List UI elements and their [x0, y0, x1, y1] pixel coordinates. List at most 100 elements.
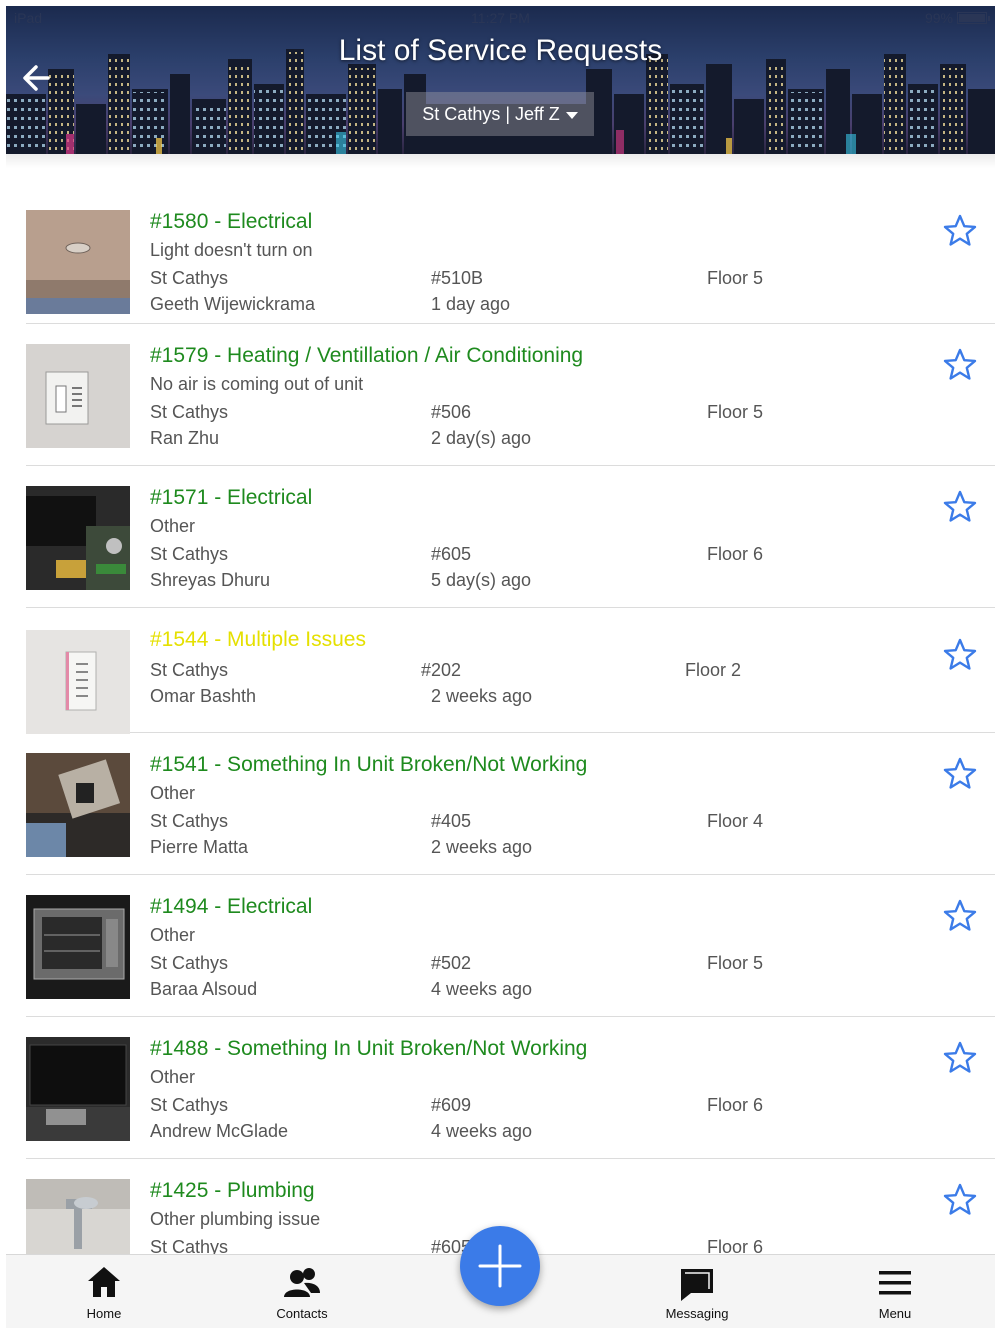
request-unit: #202: [421, 660, 462, 680]
clock: 11:27 PM: [471, 10, 530, 26]
request-description: Other: [150, 1067, 196, 1087]
caret-down-icon: [565, 112, 578, 119]
request-reporter: Omar Bashth: [150, 686, 257, 706]
favorite-star-button[interactable]: [943, 1041, 977, 1075]
request-unit: #405: [431, 811, 472, 831]
request-age: 4 weeks ago: [431, 1121, 533, 1141]
request-age: 2 weeks ago: [431, 686, 533, 706]
nav-menu-label: Menu: [878, 1306, 912, 1321]
request-unit: #506: [431, 402, 472, 422]
request-title[interactable]: #1544 - Multiple Issues: [150, 628, 366, 652]
nav-messaging-label: Messaging: [665, 1306, 729, 1321]
request-floor: Floor 2: [685, 660, 742, 680]
request-floor: Floor 6: [707, 544, 764, 564]
favorite-star-button[interactable]: [943, 490, 977, 524]
request-reporter: Pierre Matta: [150, 837, 249, 857]
request-description: Other plumbing issue: [150, 1209, 321, 1229]
nav-contacts-label: Contacts: [276, 1306, 328, 1321]
star-outline-icon: [943, 214, 977, 246]
request-floor: Floor 4: [707, 811, 764, 831]
nav-menu[interactable]: Menu: [845, 1263, 945, 1321]
request-floor: Floor 5: [707, 402, 764, 422]
request-age: 4 weeks ago: [431, 979, 533, 999]
header-banner: iPad 11:27 PM 99% List of Service Reques…: [6, 6, 995, 154]
request-description: No air is coming out of unit: [150, 374, 364, 394]
request-title[interactable]: #1541 - Something In Unit Broken/Not Wor…: [150, 753, 587, 777]
add-request-button[interactable]: [460, 1226, 540, 1306]
request-title[interactable]: #1571 - Electrical: [150, 486, 312, 510]
request-title[interactable]: #1425 - Plumbing: [150, 1179, 315, 1203]
request-photo[interactable]: [26, 344, 130, 448]
service-request-row[interactable]: #1541 - Something In Unit Broken/Not Wor…: [26, 733, 995, 875]
favorite-star-button[interactable]: [943, 1183, 977, 1217]
nav-messaging[interactable]: Messaging: [647, 1263, 747, 1321]
request-floor: Floor 5: [707, 953, 764, 973]
request-unit: #502: [431, 953, 472, 973]
request-title[interactable]: #1488 - Something In Unit Broken/Not Wor…: [150, 1037, 587, 1061]
favorite-star-button[interactable]: [943, 214, 977, 248]
chat-icon: [681, 1269, 713, 1301]
request-age: 2 weeks ago: [431, 837, 533, 857]
request-title[interactable]: #1579 - Heating / Ventillation / Air Con…: [150, 344, 583, 368]
app-frame: iPad 11:27 PM 99% List of Service Reques…: [6, 6, 995, 1328]
request-description: Other: [150, 516, 196, 536]
header-shadow: [6, 154, 995, 168]
favorite-star-button[interactable]: [943, 348, 977, 382]
request-reporter: Baraa Alsoud: [150, 979, 258, 999]
request-age: 2 day(s) ago: [431, 428, 532, 448]
nav-home-label: Home: [86, 1306, 122, 1321]
favorite-star-button[interactable]: [943, 899, 977, 933]
request-floor: Floor 6: [707, 1095, 764, 1115]
request-floor: Floor 5: [707, 268, 764, 288]
home-icon: [88, 1267, 120, 1297]
request-reporter: Andrew McGlade: [150, 1121, 289, 1141]
star-outline-icon: [943, 490, 977, 522]
request-title[interactable]: #1494 - Electrical: [150, 895, 312, 919]
service-request-row[interactable]: #1544 - Multiple Issues St Cathys #202 Floo…: [26, 608, 995, 734]
request-photo[interactable]: [26, 895, 130, 999]
favorite-star-button[interactable]: [943, 638, 977, 672]
request-building: St Cathys: [150, 811, 229, 831]
org-user-selector-label: St Cathys | Jeff Z: [422, 103, 560, 124]
service-request-row[interactable]: #1571 - Electrical Other St Cathys #605 Floo…: [26, 466, 995, 608]
battery-indicator: 99%: [924, 10, 990, 26]
battery-percent: 99%: [924, 10, 953, 26]
service-request-row[interactable]: #1488 - Something In Unit Broken/Not Wor…: [26, 1017, 995, 1159]
nav-home[interactable]: Home: [54, 1263, 154, 1321]
service-request-row[interactable]: #1579 - Heating / Ventillation / Air Con…: [26, 324, 995, 466]
request-unit: #605: [431, 544, 472, 564]
star-outline-icon: [943, 348, 977, 380]
request-reporter: Geeth Wijewickrama: [150, 294, 316, 314]
request-age: 5 day(s) ago: [431, 570, 532, 590]
status-bar: iPad 11:27 PM 99%: [6, 10, 995, 28]
star-outline-icon: [943, 1041, 977, 1073]
nav-contacts[interactable]: Contacts: [252, 1263, 352, 1321]
request-photo[interactable]: [26, 630, 130, 734]
request-building: St Cathys: [150, 402, 229, 422]
request-photo[interactable]: [26, 486, 130, 590]
favorite-star-button[interactable]: [943, 757, 977, 791]
request-description: Other: [150, 925, 196, 945]
request-building: St Cathys: [150, 1095, 229, 1115]
request-photo[interactable]: [26, 1037, 130, 1141]
request-photo[interactable]: [26, 753, 130, 857]
page-title: List of Service Requests: [338, 34, 663, 67]
request-description: Light doesn't turn on: [150, 240, 313, 260]
request-photo[interactable]: [26, 210, 130, 314]
plus-icon: [478, 1244, 522, 1288]
contacts-icon: [284, 1268, 320, 1297]
request-reporter: Ran Zhu: [150, 428, 220, 448]
request-building: St Cathys: [150, 544, 229, 564]
request-reporter: Shreyas Dhuru: [150, 570, 271, 590]
request-unit: #510B: [431, 268, 484, 288]
request-building: St Cathys: [150, 953, 229, 973]
service-request-row[interactable]: #1580 - Electrical Light doesn't turn on S…: [26, 182, 995, 324]
request-title[interactable]: #1580 - Electrical: [150, 210, 312, 234]
battery-icon: [957, 12, 990, 24]
star-outline-icon: [943, 1183, 977, 1215]
request-age: 1 day ago: [431, 294, 511, 314]
org-user-selector[interactable]: St Cathys | Jeff Z: [406, 92, 594, 136]
service-request-row[interactable]: #1494 - Electrical Other St Cathys #502 Floo…: [26, 875, 995, 1017]
star-outline-icon: [943, 638, 977, 670]
request-building: St Cathys: [150, 268, 229, 288]
